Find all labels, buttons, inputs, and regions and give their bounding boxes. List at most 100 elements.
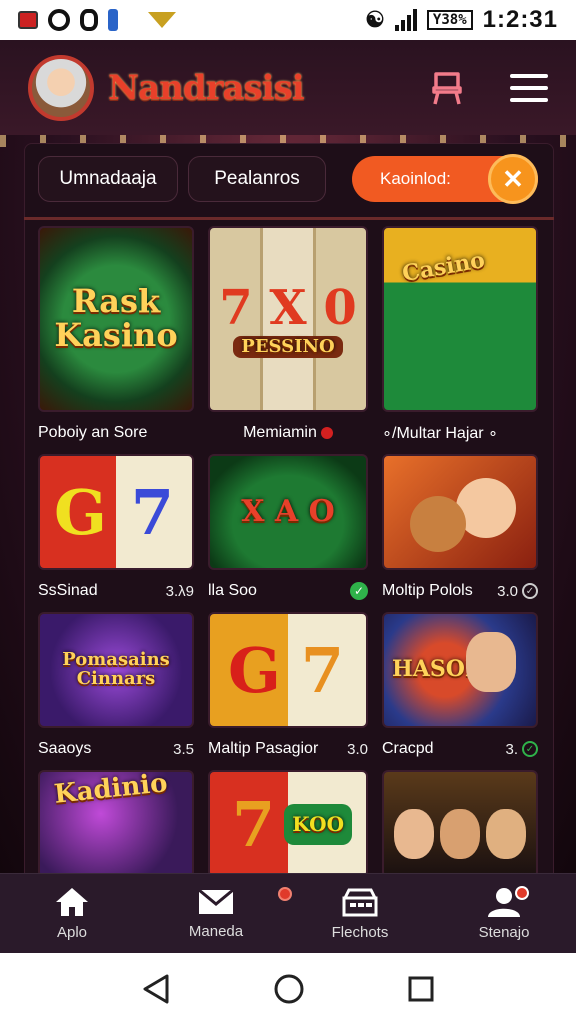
tab-umnadaaja[interactable]: Umnadaaja bbox=[38, 156, 178, 202]
game-card[interactable]: G 7 Maltip Pasagior 3.0 bbox=[208, 612, 368, 770]
notification-dot bbox=[278, 887, 292, 901]
back-icon[interactable] bbox=[141, 973, 171, 1005]
game-art-title: X A O bbox=[241, 494, 335, 530]
nav-item-mail[interactable]: Maneda bbox=[161, 887, 271, 940]
game-thumbnail[interactable]: Casino bbox=[382, 226, 538, 412]
game-art-title: Pomasains Cinnars bbox=[62, 649, 170, 689]
status-bar: ☯ Y38% 1:2:31 bbox=[0, 0, 576, 40]
game-card[interactable]: 7 X 0 PESSINO Memiamin bbox=[208, 226, 368, 454]
nav-label: Flechots bbox=[331, 924, 389, 941]
circle-notification-icon bbox=[48, 9, 70, 31]
game-card[interactable]: Kadinio bbox=[38, 770, 194, 878]
divider bbox=[24, 217, 554, 220]
rating: 3.λ9 bbox=[165, 582, 194, 600]
slot-g-symbol: G bbox=[228, 633, 281, 707]
home-icon bbox=[56, 888, 88, 916]
game-card[interactable]: 7 KOO bbox=[208, 770, 368, 878]
game-art-title: Rask Kasino bbox=[54, 282, 178, 354]
rating: 3.0 bbox=[497, 582, 518, 600]
game-card[interactable]: Rask Kasino Poboiy an Sore bbox=[38, 226, 194, 454]
app-notification-icon bbox=[18, 11, 38, 29]
tab-kaoinlod-active[interactable]: Kaoinlod: ✕ bbox=[352, 154, 538, 204]
game-art-title: 7 bbox=[300, 633, 344, 707]
register-icon bbox=[342, 888, 378, 917]
rating: 3. bbox=[505, 740, 518, 758]
tab-pealanros[interactable]: Pealanros bbox=[188, 156, 326, 202]
game-title: lla Soo bbox=[208, 582, 257, 599]
triangle-notification-icon bbox=[148, 12, 176, 28]
home-circle-icon[interactable] bbox=[273, 973, 305, 1005]
check-outline-icon: ✓ bbox=[522, 583, 538, 599]
game-art-title: Casino bbox=[400, 246, 487, 288]
game-thumbnail[interactable]: G 7 bbox=[208, 612, 368, 728]
ring-notification-icon bbox=[80, 9, 98, 31]
app-header: Nandrasisi bbox=[0, 40, 576, 135]
slot-symbols: 7 X 0 bbox=[219, 279, 357, 336]
signal-icon bbox=[394, 9, 417, 31]
game-art-title: 7 bbox=[130, 475, 174, 549]
check-outline-icon: ✓ bbox=[522, 741, 538, 757]
game-title: Maltip Pasagior bbox=[208, 740, 319, 757]
game-title: SsSinad bbox=[38, 582, 98, 599]
game-art-title: KOO bbox=[284, 803, 352, 845]
nav-label: Stenajo bbox=[478, 924, 530, 941]
clock: 1:2:31 bbox=[482, 6, 558, 33]
game-thumbnail[interactable]: G 7 bbox=[38, 454, 194, 570]
brand-logo: Nandrasisi bbox=[108, 67, 305, 108]
status-notifications bbox=[18, 9, 176, 31]
mail-icon bbox=[198, 888, 234, 914]
game-title: Cracpd bbox=[382, 740, 434, 757]
game-card[interactable]: Pomasains Cinnars Saaoys 3.5 bbox=[38, 612, 194, 770]
character-portrait bbox=[466, 632, 516, 692]
game-title: Memiamin bbox=[243, 424, 317, 441]
game-grid: Rask Kasino Poboiy an Sore 7 X 0 PESSINO… bbox=[38, 226, 540, 878]
game-title: ∘/Multar Hajar ∘ bbox=[382, 425, 499, 442]
game-thumbnail[interactable]: Pomasains Cinnars bbox=[38, 612, 194, 728]
wifi-icon: ☯ bbox=[365, 7, 385, 32]
game-art-title: Kadinio bbox=[52, 770, 169, 810]
game-thumbnail[interactable] bbox=[382, 770, 538, 878]
nav-item-profile[interactable]: Stenajo bbox=[449, 886, 559, 941]
game-card[interactable]: X A O lla Soo ✓ bbox=[208, 454, 368, 612]
game-card[interactable]: HASOIA Cracpd 3. ✓ bbox=[382, 612, 538, 770]
game-title: Saaoys bbox=[38, 740, 92, 757]
game-thumbnail[interactable]: Rask Kasino bbox=[38, 226, 194, 412]
bluetooth-icon bbox=[108, 9, 118, 31]
avatar[interactable] bbox=[28, 54, 94, 121]
game-card[interactable]: Casino ∘/Multar Hajar ∘ bbox=[382, 226, 538, 454]
nav-item-register[interactable]: Flechots bbox=[305, 886, 415, 941]
bottom-navigation: Aplo Maneda Flechots Stenajo bbox=[0, 873, 576, 953]
game-card[interactable]: G 7 SsSinad 3.λ9 bbox=[38, 454, 194, 612]
hamburger-menu-icon[interactable] bbox=[510, 73, 548, 102]
notification-badge bbox=[515, 886, 529, 900]
game-card[interactable]: Moltip Polols 3.0 ✓ bbox=[382, 454, 538, 612]
slot-7-symbol: 7 bbox=[232, 787, 276, 861]
game-title: Moltip Polols bbox=[382, 582, 473, 599]
game-thumbnail[interactable]: Kadinio bbox=[38, 770, 194, 878]
nav-item-home[interactable]: Aplo bbox=[17, 886, 127, 941]
recents-icon[interactable] bbox=[407, 975, 435, 1003]
chair-icon[interactable] bbox=[430, 70, 464, 106]
hot-icon bbox=[320, 427, 333, 439]
game-thumbnail[interactable]: 7 X 0 PESSINO bbox=[208, 226, 368, 412]
verified-check-icon: ✓ bbox=[350, 582, 368, 600]
game-card[interactable] bbox=[382, 770, 538, 878]
mascot-portrait bbox=[410, 496, 466, 552]
nav-label: Aplo bbox=[56, 924, 88, 941]
filter-tabs: Umnadaaja Pealanros Kaoinlod: ✕ bbox=[38, 154, 538, 204]
tab-kaoinlod-label: Kaoinlod: bbox=[380, 169, 451, 188]
nav-label: Maneda bbox=[188, 923, 244, 940]
game-art-title: PESSINO bbox=[233, 335, 343, 359]
rating: 3.5 bbox=[173, 740, 194, 758]
game-thumbnail[interactable]: HASOIA bbox=[382, 612, 538, 728]
slot-g-symbol: G bbox=[54, 475, 107, 549]
character-group bbox=[394, 809, 526, 859]
system-navigation-bar bbox=[0, 953, 576, 1024]
battery-indicator: Y38% bbox=[426, 10, 473, 30]
game-thumbnail[interactable] bbox=[382, 454, 538, 570]
rating: 3.0 bbox=[347, 740, 368, 758]
game-title: Poboiy an Sore bbox=[38, 424, 148, 441]
game-thumbnail[interactable]: X A O bbox=[208, 454, 368, 570]
game-thumbnail[interactable]: 7 KOO bbox=[208, 770, 368, 878]
close-icon[interactable]: ✕ bbox=[488, 154, 538, 204]
